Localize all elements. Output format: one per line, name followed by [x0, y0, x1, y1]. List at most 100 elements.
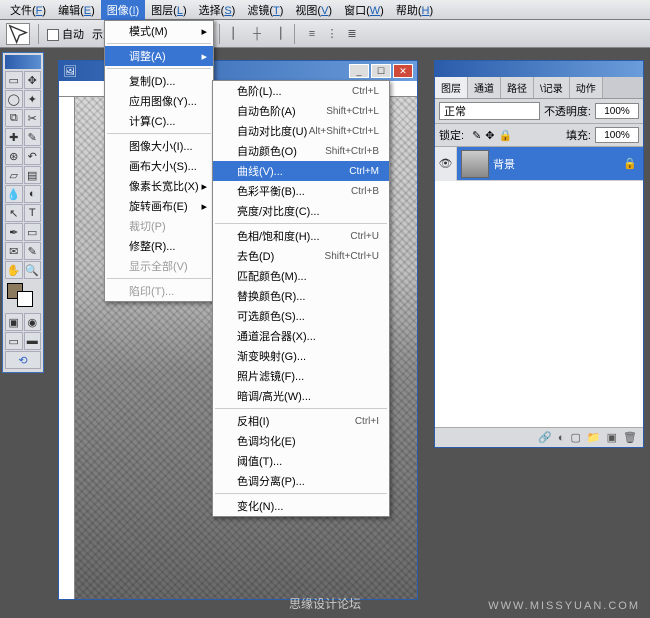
quickmask-mode[interactable]: ◉: [24, 313, 42, 331]
visibility-toggle[interactable]: 👁: [435, 147, 457, 181]
menu-help[interactable]: 帮助(H): [390, 0, 439, 20]
align-left-icon[interactable]: ▏: [228, 25, 246, 43]
tab-channels[interactable]: 通道: [468, 77, 501, 98]
text-tool[interactable]: T: [24, 204, 42, 222]
heal-tool[interactable]: ✚: [5, 128, 23, 146]
shape-tool[interactable]: ▭: [24, 223, 42, 241]
opacity-input[interactable]: 100%: [595, 103, 639, 119]
eraser-tool[interactable]: ▱: [5, 166, 23, 184]
menu-duplicate[interactable]: 复制(D)...: [105, 71, 213, 91]
menu-channel-mixer[interactable]: 通道混合器(X)...: [213, 326, 389, 346]
link-icon[interactable]: 🔗: [538, 431, 552, 444]
new-layer-icon[interactable]: ▣: [607, 431, 617, 444]
menu-gradient-map[interactable]: 渐变映射(G)...: [213, 346, 389, 366]
blend-mode-select[interactable]: 正常: [439, 102, 540, 120]
menu-curves[interactable]: 曲线(V)...Ctrl+M: [213, 161, 389, 181]
menu-edit[interactable]: 编辑(E): [52, 0, 101, 20]
lock-all-icon[interactable]: 🔒: [499, 129, 513, 142]
panel-grip[interactable]: [435, 61, 643, 77]
fx-icon[interactable]: ◐: [558, 432, 565, 444]
screen-mode-2[interactable]: ▬: [24, 332, 42, 350]
crop-tool[interactable]: ⧉: [5, 109, 23, 127]
menu-invert[interactable]: 反相(I)Ctrl+I: [213, 411, 389, 431]
slice-tool[interactable]: ✂: [24, 109, 42, 127]
menu-brightness-contrast[interactable]: 亮度/对比度(C)...: [213, 201, 389, 221]
brush-tool[interactable]: ✎: [24, 128, 42, 146]
menu-apply-image[interactable]: 应用图像(Y)...: [105, 91, 213, 111]
history-brush-tool[interactable]: ↶: [24, 147, 42, 165]
menu-posterize[interactable]: 色调分离(P)...: [213, 471, 389, 491]
align-right-icon[interactable]: ▕: [268, 25, 286, 43]
close-button[interactable]: ✕: [393, 64, 413, 78]
tab-layers[interactable]: 图层: [435, 77, 468, 98]
blur-tool[interactable]: 💧: [5, 185, 23, 203]
lock-move-icon[interactable]: ✥: [485, 129, 494, 142]
align-hcenter-icon[interactable]: ┼: [248, 25, 266, 43]
menu-calculations[interactable]: 计算(C)...: [105, 111, 213, 131]
tab-actions[interactable]: 动作: [570, 77, 603, 98]
layer-thumbnail[interactable]: [461, 150, 489, 178]
menu-auto-contrast[interactable]: 自动对比度(U)Alt+Shift+Ctrl+L: [213, 121, 389, 141]
tool-preset-picker[interactable]: [6, 23, 30, 45]
minimize-button[interactable]: _: [349, 64, 369, 78]
menu-equalize[interactable]: 色调均化(E): [213, 431, 389, 451]
lock-brush-icon[interactable]: ✎: [472, 129, 481, 142]
vertical-ruler[interactable]: [59, 97, 75, 599]
menu-trim[interactable]: 修整(R)...: [105, 236, 213, 256]
layer-name[interactable]: 背景: [493, 156, 623, 172]
menu-shadow-highlight[interactable]: 暗调/高光(W)...: [213, 386, 389, 406]
menu-replace-color[interactable]: 替换颜色(R)...: [213, 286, 389, 306]
fill-input[interactable]: 100%: [595, 127, 639, 143]
trash-icon[interactable]: 🗑: [623, 431, 637, 444]
pen-tool[interactable]: ✒: [5, 223, 23, 241]
menu-window[interactable]: 窗口(W): [338, 0, 390, 20]
marquee-tool[interactable]: ▭: [5, 71, 23, 89]
dodge-tool[interactable]: ◐: [24, 185, 42, 203]
menu-adjustments[interactable]: 调整(A)▸: [105, 46, 213, 66]
path-tool[interactable]: ↖: [5, 204, 23, 222]
menu-rotate-canvas[interactable]: 旋转画布(E)▸: [105, 196, 213, 216]
lasso-tool[interactable]: ◯: [5, 90, 23, 108]
color-swatch[interactable]: [5, 283, 41, 313]
menu-levels[interactable]: 色阶(L)...Ctrl+L: [213, 81, 389, 101]
menu-pixel-aspect[interactable]: 像素长宽比(X)▸: [105, 176, 213, 196]
folder-icon[interactable]: 📁: [587, 431, 601, 444]
distribute-icon[interactable]: ≣: [343, 25, 361, 43]
gradient-tool[interactable]: ▤: [24, 166, 42, 184]
move-tool[interactable]: ✥: [24, 71, 42, 89]
stamp-tool[interactable]: ⊛: [5, 147, 23, 165]
menu-match-color[interactable]: 匹配颜色(M)...: [213, 266, 389, 286]
menu-canvas-size[interactable]: 画布大小(S)...: [105, 156, 213, 176]
screen-mode[interactable]: ▭: [5, 332, 23, 350]
menu-color-balance[interactable]: 色彩平衡(B)...Ctrl+B: [213, 181, 389, 201]
imageready-jump[interactable]: ⟲: [5, 351, 41, 369]
menu-file[interactable]: 文件(F): [4, 0, 52, 20]
auto-select-checkbox[interactable]: 自动: [47, 26, 84, 42]
tab-history[interactable]: \记录: [534, 77, 570, 98]
eyedropper-tool[interactable]: ✎: [24, 242, 42, 260]
menu-variations[interactable]: 变化(N)...: [213, 496, 389, 516]
notes-tool[interactable]: ✉: [5, 242, 23, 260]
menu-selective-color[interactable]: 可选颜色(S)...: [213, 306, 389, 326]
layer-row[interactable]: 👁 背景 🔒: [435, 147, 643, 181]
menu-image-size[interactable]: 图像大小(I)...: [105, 136, 213, 156]
distribute-icon[interactable]: ≡: [303, 25, 321, 43]
wand-tool[interactable]: ✦: [24, 90, 42, 108]
menu-auto-color[interactable]: 自动颜色(O)Shift+Ctrl+B: [213, 141, 389, 161]
menu-photo-filter[interactable]: 照片滤镜(F)...: [213, 366, 389, 386]
menu-auto-levels[interactable]: 自动色阶(A)Shift+Ctrl+L: [213, 101, 389, 121]
menu-filter[interactable]: 滤镜(T): [241, 0, 289, 20]
menu-select[interactable]: 选择(S): [193, 0, 242, 20]
menu-desaturate[interactable]: 去色(D)Shift+Ctrl+U: [213, 246, 389, 266]
tab-paths[interactable]: 路径: [501, 77, 534, 98]
menu-layer[interactable]: 图层(L): [145, 0, 192, 20]
panel-grip[interactable]: [5, 55, 41, 69]
maximize-button[interactable]: ☐: [371, 64, 391, 78]
menu-mode[interactable]: 模式(M)▸: [105, 21, 213, 41]
zoom-tool[interactable]: 🔍: [24, 261, 42, 279]
hand-tool[interactable]: ✋: [5, 261, 23, 279]
menu-image[interactable]: 图像(I): [101, 0, 145, 20]
mask-icon[interactable]: ▢: [571, 431, 581, 444]
menu-view[interactable]: 视图(V): [289, 0, 338, 20]
distribute-icon[interactable]: ⋮: [323, 25, 341, 43]
